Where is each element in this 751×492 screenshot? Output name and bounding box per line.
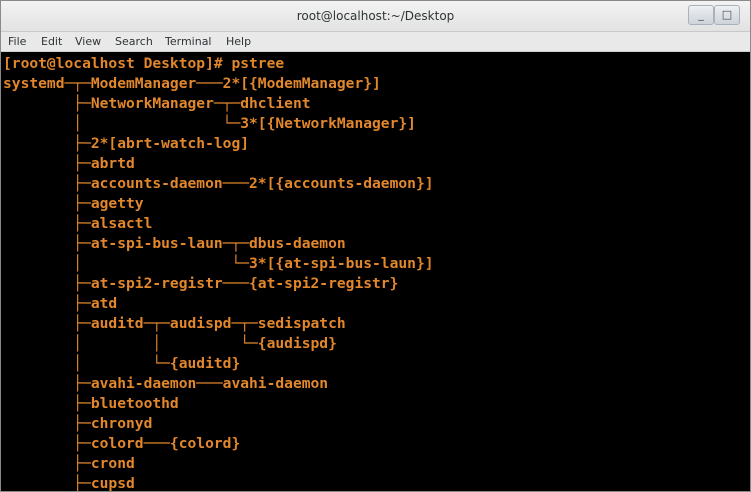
terminal-line: ├─abrtd	[3, 155, 135, 172]
terminal-line: ├─cupsd	[3, 475, 135, 492]
terminal-prompt-line: [root@localhost Desktop]# pstree	[3, 55, 285, 72]
menu-view[interactable]: View	[75, 33, 101, 51]
terminal-line: ├─at-spi2-registr───{at-spi2-registr}	[3, 275, 399, 292]
terminal-line: ├─crond	[3, 455, 135, 472]
terminal-line: ├─alsactl	[3, 215, 153, 232]
terminal-line: ├─auditd─┬─audispd─┬─sedispatch	[3, 315, 346, 332]
terminal-output[interactable]: [root@localhost Desktop]# pstree systemd…	[1, 52, 750, 492]
terminal-line: ├─avahi-daemon───avahi-daemon	[3, 375, 329, 392]
maximize-button[interactable]: □	[714, 5, 740, 25]
menu-edit[interactable]: Edit	[41, 33, 62, 51]
terminal-line: ├─at-spi-bus-laun─┬─dbus-daemon	[3, 235, 346, 252]
terminal-line: │ │ └─{audispd}	[3, 335, 337, 352]
terminal-line: ├─chronyd	[3, 415, 153, 432]
terminal-line: ├─bluetoothd	[3, 395, 179, 412]
window-title: root@localhost:~/Desktop	[296, 9, 455, 23]
terminal-line: │ └─3*[{at-spi-bus-laun}]	[3, 255, 434, 272]
terminal-line: │ └─3*[{NetworkManager}]	[3, 115, 416, 132]
terminal-window: root@localhost:~/Desktop _ □ File Edit V…	[0, 0, 751, 492]
menu-terminal[interactable]: Terminal	[165, 33, 212, 51]
terminal-line: ├─NetworkManager─┬─dhclient	[3, 95, 311, 112]
menu-search[interactable]: Search	[115, 33, 153, 51]
terminal-line: ├─agetty	[3, 195, 144, 212]
terminal-line: │ └─{auditd}	[3, 355, 241, 372]
terminal-line: systemd─┬─ModemManager───2*[{ModemManage…	[3, 75, 381, 92]
terminal-line: ├─2*[abrt-watch-log]	[3, 135, 250, 152]
terminal-line: ├─colord───{colord}	[3, 435, 241, 452]
menu-file[interactable]: File	[8, 33, 26, 51]
terminal-line: ├─atd	[3, 295, 118, 312]
title-bar[interactable]: root@localhost:~/Desktop _ □	[1, 1, 750, 32]
menu-help[interactable]: Help	[226, 33, 251, 51]
terminal-line: ├─accounts-daemon───2*[{accounts-daemon}…	[3, 175, 434, 192]
minimize-button[interactable]: _	[688, 5, 714, 25]
menu-bar: File Edit View Search Terminal Help	[1, 32, 750, 52]
